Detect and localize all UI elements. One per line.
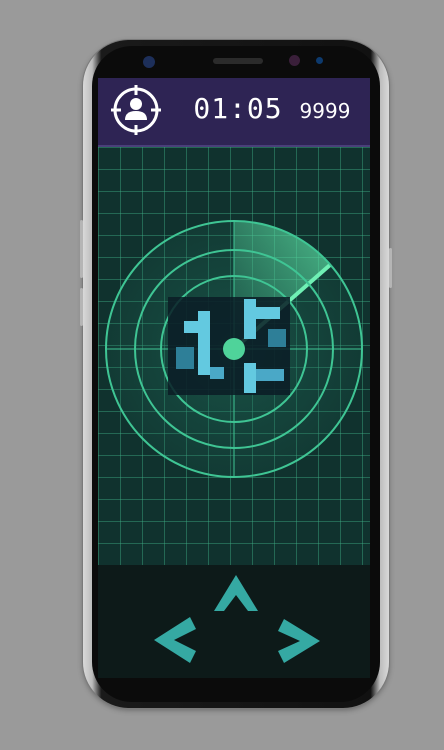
iris-sensor [316,57,323,64]
volume-button [80,220,83,278]
move-left-button[interactable] [154,617,196,663]
radar-map [98,147,370,565]
chevron-up-icon [214,575,258,611]
game-screen: 01:05 9999 [98,78,370,678]
earpiece-speaker [213,58,263,64]
move-right-button[interactable] [278,619,320,663]
player-marker [223,338,245,360]
crosshair-user-icon [111,85,161,135]
direction-controls [98,565,370,678]
bixby-button [80,288,83,326]
hud-bar: 01:05 9999 [98,78,370,147]
avatar-button[interactable] [111,85,161,135]
chevron-right-icon [278,619,320,663]
timer-display: 01:05 [193,92,283,125]
chevron-left-icon [154,617,196,663]
power-button [389,248,392,288]
front-camera [289,55,300,66]
front-sensor [143,56,155,68]
move-up-button[interactable] [214,575,258,611]
score-display: 9999 [299,99,351,123]
